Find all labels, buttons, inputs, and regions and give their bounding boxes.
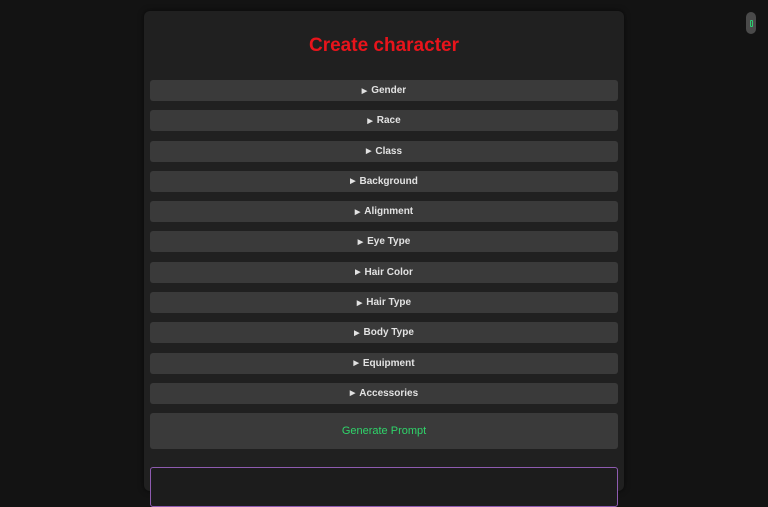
disclosure-triangle-icon: ▶ (354, 208, 361, 216)
section-label: Hair Type (366, 297, 412, 309)
toggle-indicator-icon (749, 19, 753, 27)
section-accessories[interactable]: ▶ Accessories (150, 382, 618, 404)
section-label: Equipment (362, 357, 415, 369)
section-body-type[interactable]: ▶ Body Type (150, 322, 618, 344)
section-label: Alignment (364, 206, 414, 218)
section-label: Body Type (363, 327, 414, 339)
section-background[interactable]: ▶ Background (150, 170, 618, 192)
section-hair-color[interactable]: ▶ Hair Color (150, 261, 618, 283)
top-right-toggle[interactable] (746, 12, 756, 34)
disclosure-triangle-icon: ▶ (354, 329, 360, 337)
section-label: Background (359, 175, 418, 187)
section-equipment[interactable]: ▶ Equipment (150, 352, 618, 374)
section-class[interactable]: ▶ Class (150, 140, 618, 162)
disclosure-triangle-icon: ▶ (349, 390, 356, 398)
disclosure-triangle-icon: ▶ (353, 360, 359, 368)
section-list: ▶ Gender ▶ Race ▶ Class ▶ Background ▶ Alignm… (150, 80, 618, 413)
section-label: Hair Color (364, 266, 413, 278)
section-label: Race (376, 115, 401, 127)
disclosure-triangle-icon: ▶ (350, 178, 356, 186)
page-title: Create character (309, 35, 459, 56)
generate-prompt-button[interactable]: Generate Prompt (150, 413, 618, 449)
section-label: Eye Type (367, 236, 411, 248)
section-label: Accessories (359, 387, 419, 399)
section-label: Class (375, 145, 403, 157)
prompt-output-box[interactable] (150, 467, 618, 507)
section-gender[interactable]: ▶ Gender (150, 80, 618, 101)
section-label: Gender (371, 85, 407, 96)
disclosure-triangle-icon: ▶ (365, 148, 372, 156)
section-race[interactable]: ▶ Race (150, 110, 618, 132)
disclosure-triangle-icon: ▶ (356, 299, 363, 307)
disclosure-triangle-icon: ▶ (361, 87, 368, 95)
section-alignment[interactable]: ▶ Alignment (150, 201, 618, 223)
section-hair-type[interactable]: ▶ Hair Type (150, 292, 618, 314)
character-panel: Create character ▶ Gender ▶ Race ▶ Class ▶ B… (144, 11, 624, 507)
disclosure-triangle-icon: ▶ (367, 117, 373, 125)
section-eye-type[interactable]: ▶ Eye Type (150, 231, 618, 253)
disclosure-triangle-icon: ▶ (357, 238, 364, 246)
disclosure-triangle-icon: ▶ (355, 269, 361, 277)
